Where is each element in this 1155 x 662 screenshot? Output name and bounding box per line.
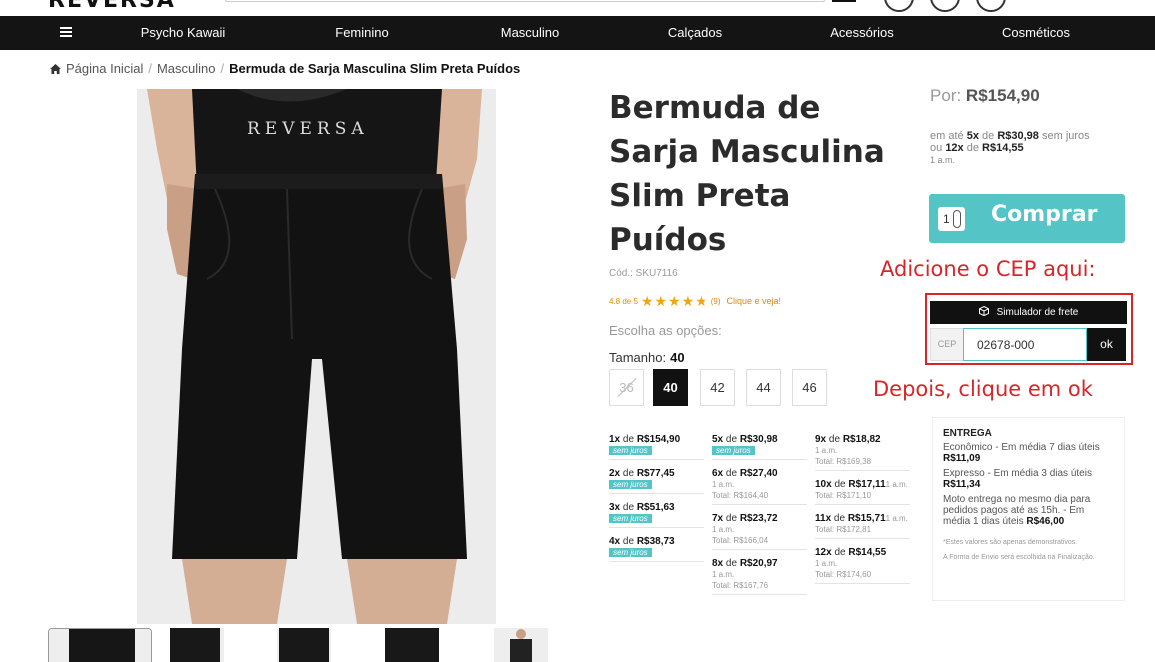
delivery-disclaimer: *Estes valores são apenas demonstrativos… — [943, 539, 1095, 561]
installment-row: 9x de R$18,82 1 a.m. Total: R$169,38 — [815, 432, 910, 471]
installment-row: 3x de R$51,63 sem juros — [609, 500, 704, 528]
star-icon: ★ — [640, 293, 654, 309]
cep-label: CEP — [930, 328, 964, 361]
installments-column-3: 9x de R$18,82 1 a.m. Total: R$169,38 10x d… — [815, 432, 910, 584]
options-label: Escolha as opções: — [609, 323, 722, 338]
quantity-stepper[interactable]: 1 — [938, 207, 965, 231]
nav-item-cosmeticos[interactable]: Cosméticos — [1002, 16, 1070, 50]
star-half-icon: ★ — [695, 293, 708, 309]
rating-text: 4.8 de 5 — [609, 296, 638, 306]
breadcrumb-current: Bermuda de Sarja Masculina Slim Preta Pu… — [229, 61, 521, 76]
installment-row: 5x de R$30,98 sem juros — [712, 432, 807, 460]
star-icon: ★ — [654, 293, 668, 309]
rating-link[interactable]: Clique e veja! — [727, 296, 782, 306]
cep-ok-button[interactable]: ok — [1087, 328, 1126, 361]
star-icon: ★ — [668, 293, 681, 309]
package-icon — [978, 306, 989, 316]
main-nav: Psycho Kawaii Feminino Masculino Calçado… — [0, 16, 1155, 50]
product-sku: Cód.: SKU7116 — [609, 268, 678, 279]
installments-column-1: 1x de R$154,90 sem juros 2x de R$77,45 sem… — [609, 432, 704, 562]
installment-row: 10x de R$17,111 a.m. Total: R$171,10 — [815, 477, 910, 505]
installment-row: 11x de R$15,711 a.m. Total: R$172,81 — [815, 511, 910, 539]
breadcrumb-category[interactable]: Masculino — [157, 61, 216, 76]
delivery-option-economico: Econômico - Em média 7 dias úteis R$11,0… — [943, 442, 1100, 464]
breadcrumb-home[interactable]: Página Inicial — [66, 61, 143, 76]
breadcrumb-separator: / — [220, 61, 225, 76]
nav-item-masculino[interactable]: Masculino — [501, 16, 560, 50]
size-option-36: 36 — [609, 369, 644, 406]
annotation-cep-hint: Adicione o CEP aqui: — [880, 257, 1096, 281]
installment-summary: em até 5x de R$30,98 sem juros ou 12x de… — [930, 130, 1090, 165]
thumbnail[interactable] — [170, 628, 224, 662]
size-option-40[interactable]: 40 — [653, 369, 688, 406]
size-option-44[interactable]: 44 — [746, 369, 781, 406]
installment-row: 4x de R$38,73 sem juros — [609, 534, 704, 562]
delivery-option-moto: Moto entrega no mesmo dia para pedidos p… — [943, 494, 1091, 527]
annotation-ok-hint: Depois, clique em ok — [873, 377, 1093, 401]
shirt-print-text: REVERSA — [247, 119, 369, 139]
site-logo[interactable]: REVERSA — [48, 0, 176, 13]
home-icon — [50, 64, 61, 74]
product-title: Bermuda de Sarja Masculina Slim Preta Pu… — [609, 90, 885, 258]
breadcrumb-separator: / — [148, 61, 152, 76]
buy-button-label: Comprar — [991, 202, 1098, 227]
thumbnail[interactable] — [494, 628, 548, 662]
installments-column-2: 5x de R$30,98 sem juros 6x de R$27,40 1 a.… — [712, 432, 807, 595]
nav-item-psycho-kawaii[interactable]: Psycho Kawaii — [141, 16, 226, 50]
breadcrumb: Página Inicial / Masculino / Bermuda de Sarj… — [50, 61, 520, 76]
size-label-text: Tamanho: — [609, 350, 667, 365]
size-option-42[interactable]: 42 — [700, 369, 735, 406]
user-icon[interactable] — [884, 0, 914, 12]
installment-row: 2x de R$77,45 sem juros — [609, 466, 704, 494]
delivery-options: ENTREGA Econômico - Em média 7 dias útei… — [932, 417, 1125, 601]
shipping-simulator: Simulador de frete CEP ok — [925, 293, 1133, 365]
thumbnail[interactable] — [277, 628, 331, 662]
site-header: REVERSA — [0, 0, 1155, 16]
cep-input[interactable] — [963, 328, 1087, 361]
installment-row: 6x de R$27,40 1 a.m. Total: R$164,40 — [712, 466, 807, 505]
thumbnail[interactable] — [385, 628, 439, 662]
rating-count: (9) — [710, 296, 721, 306]
installment-row: 1x de R$154,90 sem juros — [609, 432, 704, 460]
size-selected-value: 40 — [670, 350, 685, 365]
nav-item-acessorios[interactable]: Acessórios — [830, 16, 894, 50]
thumbnail[interactable] — [48, 628, 152, 662]
shipping-simulator-title: Simulador de frete — [996, 307, 1079, 318]
menu-icon[interactable] — [60, 27, 72, 37]
installment-row: 7x de R$23,72 1 a.m. Total: R$166,04 — [712, 511, 807, 550]
product-main-image[interactable]: REVERSA — [137, 89, 496, 624]
cart-icon[interactable] — [976, 0, 1006, 12]
installment-row: 8x de R$20,97 1 a.m. Total: R$167,76 — [712, 556, 807, 595]
nav-item-feminino[interactable]: Feminino — [335, 16, 388, 50]
spinner-icon[interactable] — [953, 210, 961, 228]
buy-button[interactable]: 1 Comprar — [929, 194, 1125, 243]
search-input[interactable] — [225, 0, 825, 2]
star-icon: ★ — [681, 293, 695, 309]
nav-item-calcados[interactable]: Calçados — [668, 16, 722, 50]
heart-icon[interactable] — [930, 0, 960, 12]
product-rating: 4.8 de 5 ★ ★ ★ ★ ★ (9) Clique e veja! — [609, 294, 781, 308]
price-value: R$154,90 — [965, 86, 1040, 105]
size-option-46[interactable]: 46 — [792, 369, 827, 406]
installment-row: 12x de R$14,55 1 a.m. Total: R$174,60 — [815, 545, 910, 584]
product-price: Por: R$154,90 — [930, 86, 1040, 105]
delivery-heading: ENTREGA — [943, 428, 992, 439]
delivery-option-expresso: Expresso - Em média 3 dias úteis R$11,34 — [943, 468, 1092, 490]
shipping-simulator-header[interactable]: Simulador de frete — [930, 301, 1127, 324]
quantity-value: 1 — [943, 212, 950, 226]
size-label: Tamanho: 40 — [609, 350, 685, 365]
search-button[interactable] — [832, 0, 856, 2]
